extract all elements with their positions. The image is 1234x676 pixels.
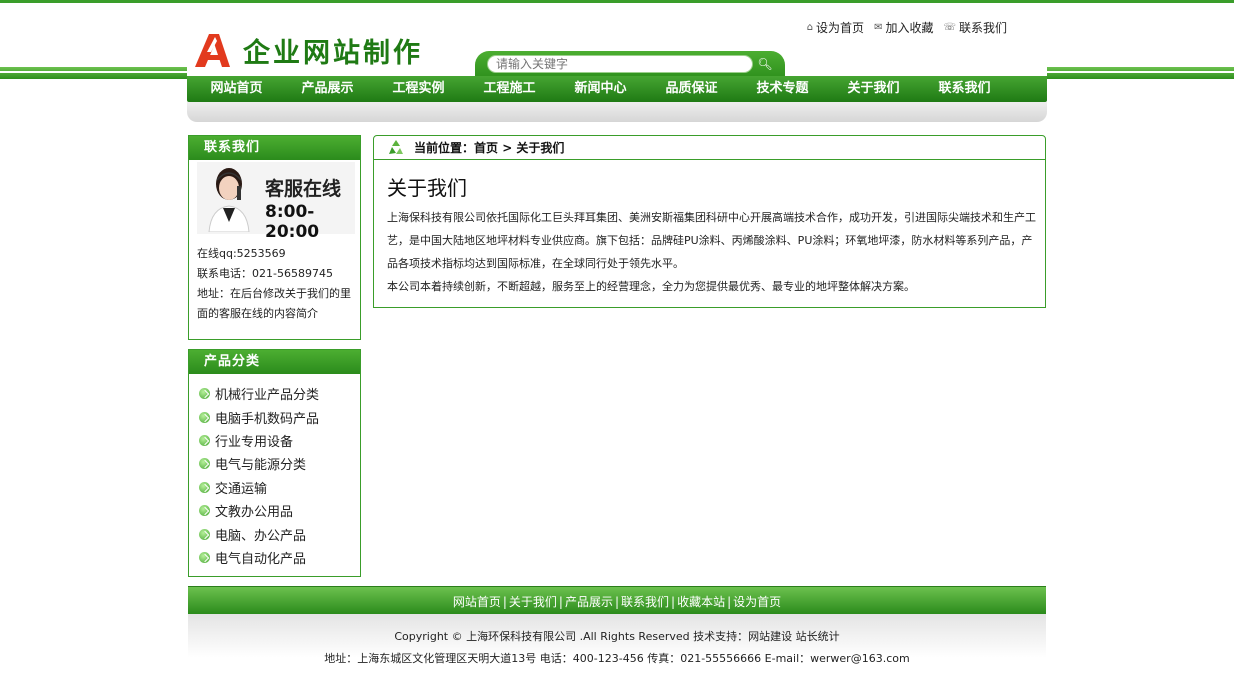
nav-shadow	[187, 102, 1047, 122]
category-label: 电脑、办公产品	[215, 528, 307, 544]
footer-address: 地址：上海东城区文化管理区天明大道13号 电话：400-123-456 传真：0…	[324, 652, 910, 665]
logo-a-icon	[195, 34, 230, 67]
footer-separator: |	[614, 595, 620, 609]
article-paragraph: 上海保科技有限公司依托国际化工巨头拜耳集团、美洲安斯福集团科研中心开展高端技术合…	[387, 211, 1036, 270]
set-homepage-link[interactable]: ⌂ 设为首页	[807, 19, 864, 36]
nav-item-products[interactable]: 产品展示	[282, 76, 373, 102]
category-item[interactable]: 机械行业产品分类	[199, 382, 360, 405]
search-input[interactable]	[487, 55, 753, 73]
bullet-arrow-icon	[199, 458, 210, 470]
category-label: 交通运输	[215, 481, 268, 497]
contact-icon: ☏	[943, 22, 956, 33]
add-favorite-label: 加入收藏	[885, 21, 934, 35]
category-label: 机械行业产品分类	[215, 388, 320, 404]
contact-us-top-link[interactable]: ☏ 联系我们	[943, 19, 1007, 36]
nav-item-tech[interactable]: 技术专题	[737, 76, 828, 102]
footer-link-products[interactable]: 产品展示	[565, 595, 613, 609]
service-agent-avatar	[208, 168, 250, 232]
category-label: 电气自动化产品	[215, 551, 307, 567]
contact-phone: 联系电话：021-56589745	[197, 267, 333, 280]
header: 企业网站制作 ⌂ 设为首页 ✉ 加入收藏 ☏ 联系我们 🔍︎	[187, 3, 1047, 79]
footer-link-bookmark[interactable]: 收藏本站	[677, 595, 725, 609]
category-item[interactable]: 电气自动化产品	[199, 546, 360, 569]
bullet-arrow-icon	[199, 411, 210, 423]
bullet-arrow-icon	[199, 528, 210, 540]
article-body: 上海保科技有限公司依托国际化工巨头拜耳集团、美洲安斯福集团科研中心开展高端技术合…	[387, 206, 1039, 298]
bookmark-icon: ✉	[874, 22, 883, 33]
home-icon: ⌂	[806, 22, 814, 33]
article-paragraph: 本公司本着持续创新，不断超越，服务至上的经营理念，全力为您提供最优秀、最专业的地…	[387, 280, 915, 293]
footer-separator: |	[558, 595, 563, 609]
qq-number: 在线qq:5253569	[197, 247, 286, 260]
contact-info: 在线qq:5253569 联系电话：021-56589745 地址：在后台修改关…	[189, 234, 360, 324]
bullet-arrow-icon	[199, 434, 210, 446]
footer-link-about[interactable]: 关于我们	[509, 595, 557, 609]
category-item[interactable]: 电脑手机数码产品	[199, 405, 360, 428]
recycle-icon	[389, 139, 403, 154]
bullet-arrow-icon	[199, 388, 210, 400]
product-categories-box: 产品分类 机械行业产品分类 电脑手机数码产品 行业专用设备 电气与能源分类 交通…	[188, 349, 361, 577]
category-item[interactable]: 电气与能源分类	[199, 452, 360, 475]
nav-item-about[interactable]: 关于我们	[828, 76, 919, 102]
set-homepage-label: 设为首页	[816, 21, 865, 35]
nav-item-news[interactable]: 新闻中心	[555, 76, 646, 102]
contact-address: 地址：在后台修改关于我们的里面的客服在线的内容简介	[197, 287, 351, 320]
search-icon: 🔍︎	[757, 57, 773, 71]
nav-item-contact[interactable]: 联系我们	[919, 76, 1010, 102]
site-logo[interactable]: 企业网站制作	[193, 30, 423, 70]
breadcrumb: 当前位置： 首页 > 关于我们	[374, 136, 1045, 160]
category-label: 文教办公用品	[215, 505, 294, 521]
category-label: 电脑手机数码产品	[215, 411, 320, 427]
footer-link-set-home[interactable]: 设为首页	[733, 595, 781, 609]
breadcrumb-path[interactable]: 首页 > 关于我们	[474, 139, 564, 156]
search-button[interactable]: 🔍︎	[753, 56, 777, 72]
footer-links: 网站首页 | 关于我们 | 产品展示 | 联系我们 | 收藏本站 | 设为首页	[188, 586, 1046, 614]
footer-separator: |	[727, 595, 732, 609]
footer-separator: |	[671, 595, 676, 609]
category-list: 机械行业产品分类 电脑手机数码产品 行业专用设备 电气与能源分类 交通运输 文教…	[189, 374, 360, 569]
category-item[interactable]: 行业专用设备	[199, 429, 360, 452]
category-item[interactable]: 电脑、办公产品	[199, 522, 360, 545]
categories-title: 产品分类	[189, 350, 360, 374]
category-label: 电气与能源分类	[215, 458, 307, 474]
category-item[interactable]: 交通运输	[199, 476, 360, 499]
contact-us-top-label: 联系我们	[958, 21, 1007, 35]
contact-box: 联系我们 客服在线 8:00-20:00 在线qq:5253569 联系电话：0…	[188, 135, 361, 340]
nav-item-projects[interactable]: 工程实例	[373, 76, 464, 102]
bullet-arrow-icon	[199, 505, 210, 517]
footer-separator: |	[502, 595, 507, 609]
service-title: 客服在线	[265, 178, 342, 200]
logo-text: 企业网站制作	[243, 37, 423, 69]
main-nav: 网站首页 产品展示 工程实例 工程施工 新闻中心 品质保证 技术专题 关于我们 …	[187, 76, 1047, 102]
contact-box-title: 联系我们	[189, 136, 360, 160]
footer-info: Copyright © 上海环保科技有限公司 .All Rights Reser…	[188, 614, 1046, 676]
category-label: 行业专用设备	[215, 434, 294, 450]
footer-link-home[interactable]: 网站首页	[453, 595, 501, 609]
category-item[interactable]: 文教办公用品	[199, 499, 360, 522]
main-content: 当前位置： 首页 > 关于我们 关于我们 上海保科技有限公司依托国际化工巨头拜耳…	[373, 135, 1046, 308]
page-title: 关于我们	[387, 176, 467, 200]
add-favorite-link[interactable]: ✉ 加入收藏	[874, 19, 933, 36]
nav-item-home[interactable]: 网站首页	[191, 76, 282, 102]
customer-service-banner[interactable]: 客服在线 8:00-20:00	[197, 162, 355, 242]
footer-link-contact[interactable]: 联系我们	[621, 595, 669, 609]
top-links: ⌂ 设为首页 ✉ 加入收藏 ☏ 联系我们	[807, 19, 1007, 36]
copyright-text: Copyright © 上海环保科技有限公司 .All Rights Reser…	[394, 630, 840, 643]
nav-item-quality[interactable]: 品质保证	[646, 76, 737, 102]
service-hours: 8:00-20:00	[265, 202, 320, 242]
breadcrumb-label: 当前位置：	[414, 141, 475, 155]
bullet-arrow-icon	[199, 481, 210, 493]
nav-item-construction[interactable]: 工程施工	[464, 76, 555, 102]
bullet-arrow-icon	[199, 551, 210, 563]
